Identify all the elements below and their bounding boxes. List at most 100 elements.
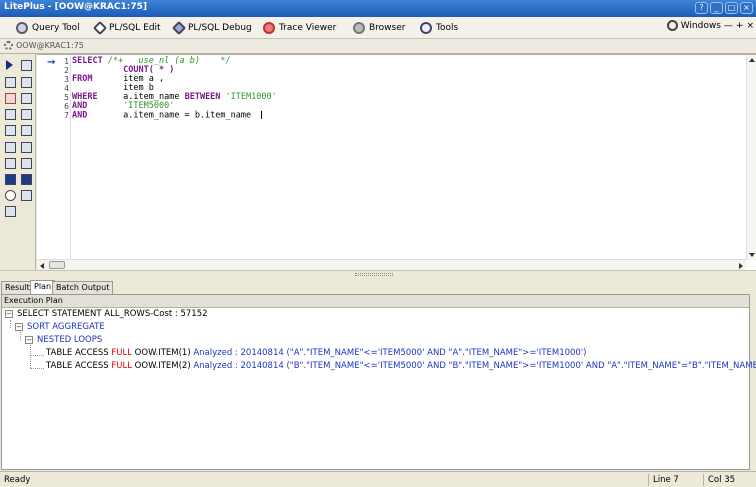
maximize-button[interactable]: □ — [725, 2, 738, 14]
line-number: 7 — [64, 111, 69, 120]
code-keyword: AND — [72, 101, 88, 111]
columns-icon[interactable] — [21, 93, 32, 104]
menu-query-tool-label: Query Tool — [32, 23, 80, 33]
scroll-left-icon[interactable] — [40, 263, 44, 269]
line-number: 1 — [64, 57, 69, 66]
plan-object: OOW.ITEM(2) — [131, 361, 194, 371]
plan-row[interactable]: − NESTED LOOPS — [25, 335, 102, 345]
main-toolbar: Query Tool PL/SQL Edit PL/SQL Debug Trac… — [0, 17, 756, 39]
copy-icon[interactable] — [21, 125, 32, 136]
plan-row[interactable]: TABLE ACCESS FULL OOW.ITEM(2) Analyzed :… — [46, 361, 756, 371]
plan-row[interactable]: − SORT AGGREGATE — [15, 322, 105, 332]
execute-step-icon[interactable] — [21, 60, 32, 71]
close-icon[interactable]: × — [746, 21, 754, 31]
windows-label: Windows — [680, 20, 721, 31]
tree-connector — [30, 368, 44, 369]
menu-plsql-edit-label: PL/SQL Edit — [109, 23, 161, 33]
rollback-icon[interactable] — [21, 109, 32, 120]
connection-tab-bar: OOW@KRAC1:75 — [0, 39, 756, 54]
menu-trace-viewer-label: Trace Viewer — [279, 23, 337, 33]
text-caret — [261, 111, 263, 119]
help-icon[interactable]: ? — [695, 2, 708, 14]
editor-side-toolbar — [0, 54, 36, 270]
collapse-icon[interactable]: − — [25, 336, 33, 344]
history-icon[interactable] — [5, 158, 16, 169]
status-message: Ready — [4, 475, 31, 485]
last-record-icon[interactable] — [21, 142, 32, 153]
replace-icon[interactable] — [21, 190, 32, 201]
options-icon[interactable] — [5, 206, 16, 217]
power-icon — [666, 20, 678, 31]
save-icon[interactable] — [5, 174, 16, 185]
tab-batch-output[interactable]: Batch Output — [52, 281, 114, 294]
plsql-edit-icon — [92, 20, 108, 36]
pane-splitter[interactable] — [0, 270, 756, 278]
editor-vertical-scrollbar[interactable] — [746, 55, 756, 260]
plan-predicate: Analyzed : 20140814 ("A"."ITEM_NAME"<='I… — [193, 348, 587, 358]
line-number: 6 — [64, 102, 69, 111]
plan-row-text: SORT AGGREGATE — [27, 322, 105, 332]
scroll-right-icon[interactable] — [739, 263, 743, 269]
status-bar: Ready Line 7 Col 35 — [0, 471, 756, 487]
menu-tools-label: Tools — [436, 23, 459, 33]
tree-connector — [20, 332, 21, 341]
menu-plsql-debug[interactable]: PL/SQL Debug — [171, 20, 252, 36]
code-line-7: AND a.item_name = b.item_name — [72, 111, 263, 120]
tree-connector — [30, 355, 44, 356]
first-record-icon[interactable] — [5, 142, 16, 153]
export-icon[interactable] — [21, 158, 32, 169]
close-button[interactable]: × — [740, 2, 753, 14]
menu-trace-viewer[interactable]: Trace Viewer — [263, 20, 336, 36]
explain-plan-icon[interactable] — [5, 77, 16, 88]
minimize-icon[interactable]: — — [724, 21, 733, 31]
commit-icon[interactable] — [5, 109, 16, 120]
bind-variables-icon[interactable] — [5, 125, 16, 136]
tab-result[interactable]: Result — [1, 281, 34, 294]
line-gutter: → 1 2 3 4 5 6 7 — [37, 55, 71, 260]
status-column: Col 35 — [703, 474, 756, 486]
menu-browser-label: Browser — [369, 23, 406, 33]
run-script-icon[interactable] — [21, 77, 32, 88]
connection-tab[interactable]: OOW@KRAC1:75 — [4, 41, 84, 50]
browser-icon — [353, 22, 365, 34]
execute-icon[interactable] — [6, 60, 13, 70]
menu-query-tool[interactable]: Query Tool — [16, 20, 80, 36]
scroll-up-icon[interactable] — [749, 58, 755, 62]
code-string: 'ITEM5000' — [123, 101, 175, 111]
plan-object: OOW.ITEM(1) — [131, 348, 194, 358]
trace-viewer-icon — [263, 22, 275, 34]
restore-icon[interactable]: + — [736, 21, 744, 31]
connection-tab-label: OOW@KRAC1:75 — [16, 41, 84, 50]
menu-plsql-edit[interactable]: PL/SQL Edit — [92, 20, 161, 36]
tree-connector — [10, 320, 11, 328]
tools-icon — [420, 22, 432, 34]
windows-menu[interactable]: Windows — + × — [666, 20, 754, 31]
minimize-button[interactable]: _ — [710, 2, 723, 14]
query-tool-icon — [16, 22, 28, 34]
plan-predicate: Analyzed : 20140814 ("B"."ITEM_NAME"<='I… — [193, 361, 756, 371]
splitter-grip[interactable] — [355, 273, 393, 276]
plan-row[interactable]: TABLE ACCESS FULL OOW.ITEM(1) Analyzed :… — [46, 348, 587, 358]
code-string: 'ITEM1000' — [225, 92, 277, 102]
collapse-icon[interactable]: − — [15, 323, 23, 331]
menu-browser[interactable]: Browser — [353, 20, 405, 36]
code-keyword: BETWEEN — [184, 92, 221, 102]
result-tab-bar: Result Plan Batch Output — [0, 280, 756, 294]
plan-row[interactable]: − SELECT STATEMENT ALL_ROWS-Cost : 57152 — [5, 309, 208, 319]
format-icon[interactable] — [5, 93, 16, 104]
plsql-debug-icon — [171, 20, 187, 36]
save-as-icon[interactable] — [21, 174, 32, 185]
scroll-thumb[interactable] — [49, 261, 65, 269]
collapse-icon[interactable]: − — [5, 310, 13, 318]
menu-tools[interactable]: Tools — [420, 20, 458, 36]
sql-editor[interactable]: → 1 2 3 4 5 6 7 SELECT /*+ use_nl (a b) … — [37, 54, 756, 270]
tree-connector — [30, 345, 31, 368]
status-line: Line 7 — [648, 474, 703, 486]
current-statement-arrow-icon: → — [47, 57, 56, 68]
scroll-down-icon[interactable] — [749, 253, 755, 257]
connection-icon — [4, 41, 13, 50]
window-controls: ? _ □ × — [695, 2, 753, 14]
editor-horizontal-scrollbar[interactable] — [37, 259, 746, 270]
find-icon[interactable] — [5, 190, 16, 201]
line-number: 4 — [64, 84, 69, 93]
